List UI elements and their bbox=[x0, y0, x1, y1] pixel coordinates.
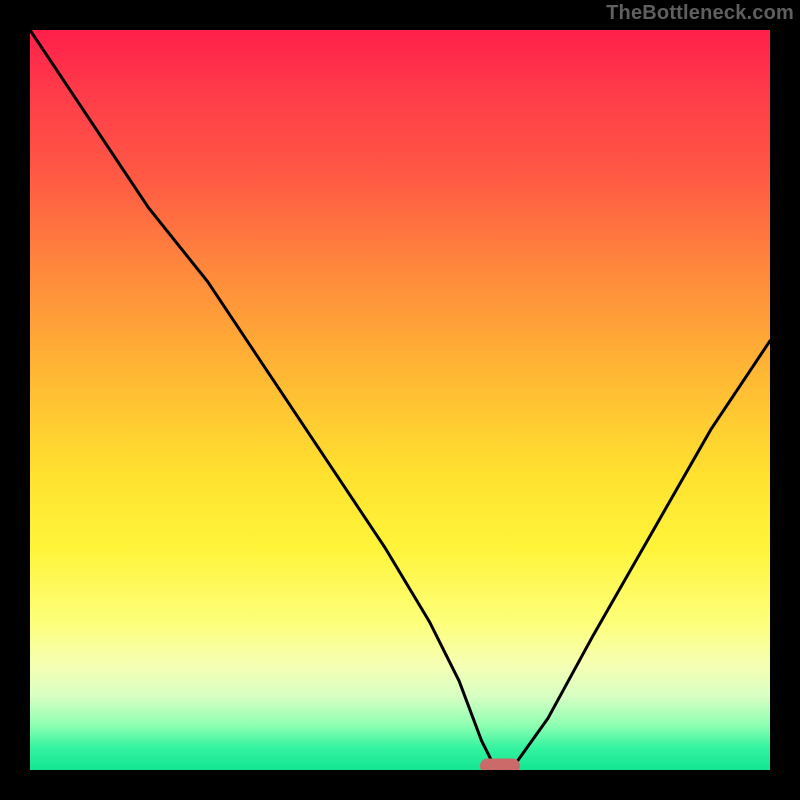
plot-area bbox=[30, 30, 770, 770]
optimum-marker bbox=[480, 759, 520, 770]
watermark-text: TheBottleneck.com bbox=[606, 2, 794, 25]
chart-frame: TheBottleneck.com bbox=[0, 0, 800, 800]
curve-layer bbox=[30, 30, 770, 770]
bottleneck-curve bbox=[30, 30, 770, 770]
